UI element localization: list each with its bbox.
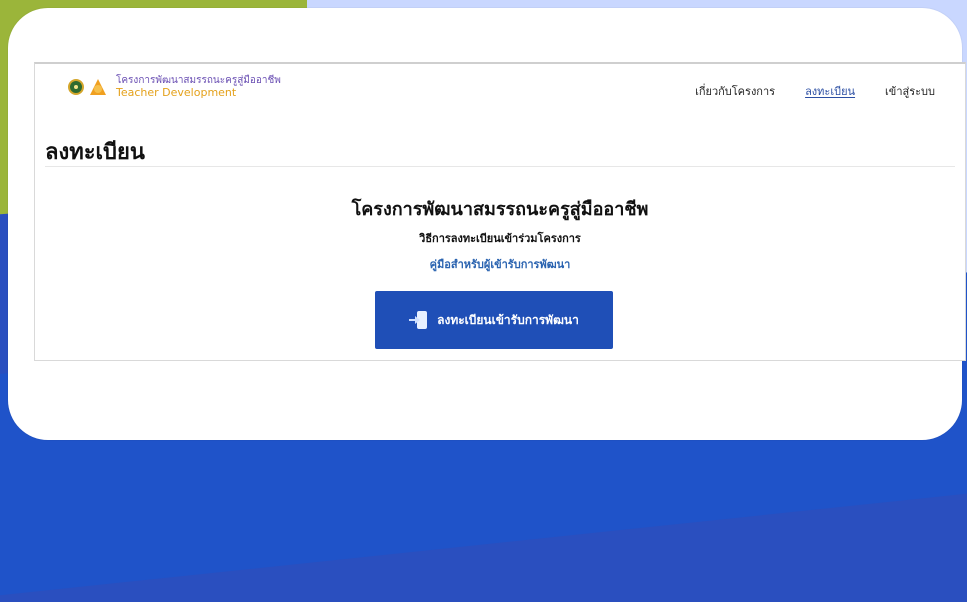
brand-text: โครงการพัฒนาสมรรถนะครูสู่มืออาชีพ Teache… [116, 75, 281, 99]
main-content: โครงการพัฒนาสมรรถนะครูสู่มืออาชีพ วิธีกา… [35, 194, 965, 273]
arrow-shape [409, 316, 421, 324]
screenshot-card: โครงการพัฒนาสมรรถนะครูสู่มืออาชีพ Teache… [8, 8, 966, 440]
nav-login[interactable]: เข้าสู่ระบบ [885, 82, 935, 100]
nav-about[interactable]: เกี่ยวกับโครงการ [695, 82, 775, 100]
login-arrow-icon [409, 311, 428, 329]
browser-page: โครงการพัฒนาสมรรถนะครูสู่มืออาชีพ Teache… [34, 62, 966, 361]
nav-register[interactable]: ลงทะเบียน [805, 82, 855, 100]
torch-logo-icon [90, 79, 106, 96]
school-emblem-icon [68, 79, 84, 96]
register-button-label: ลงทะเบียนเข้ารับการพัฒนา [437, 312, 579, 327]
registration-subtitle: วิธีการลงทะเบียนเข้าร่วมโครงการ [419, 232, 581, 245]
brand-thai-name: โครงการพัฒนาสมรรถนะครูสู่มืออาชีพ [116, 75, 281, 86]
main-nav: เกี่ยวกับโครงการ ลงทะเบียน เข้าสู่ระบบ [695, 82, 935, 100]
project-title: โครงการพัฒนาสมรรถนะครูสู่มืออาชีพ [351, 199, 649, 220]
site-logo[interactable]: โครงการพัฒนาสมรรถนะครูสู่มืออาชีพ Teache… [68, 75, 281, 99]
brand-english-name: Teacher Development [116, 85, 237, 99]
page-title: ลงทะเบียน [45, 140, 145, 165]
register-button[interactable]: ลงทะเบียนเข้ารับการพัฒนา [375, 291, 613, 349]
manual-link[interactable]: คู่มือสำหรับผู้เข้ารับการพัฒนา [430, 255, 571, 273]
site-header: โครงการพัฒนาสมรรถนะครูสู่มืออาชีพ Teache… [35, 64, 965, 120]
title-divider [45, 166, 955, 167]
